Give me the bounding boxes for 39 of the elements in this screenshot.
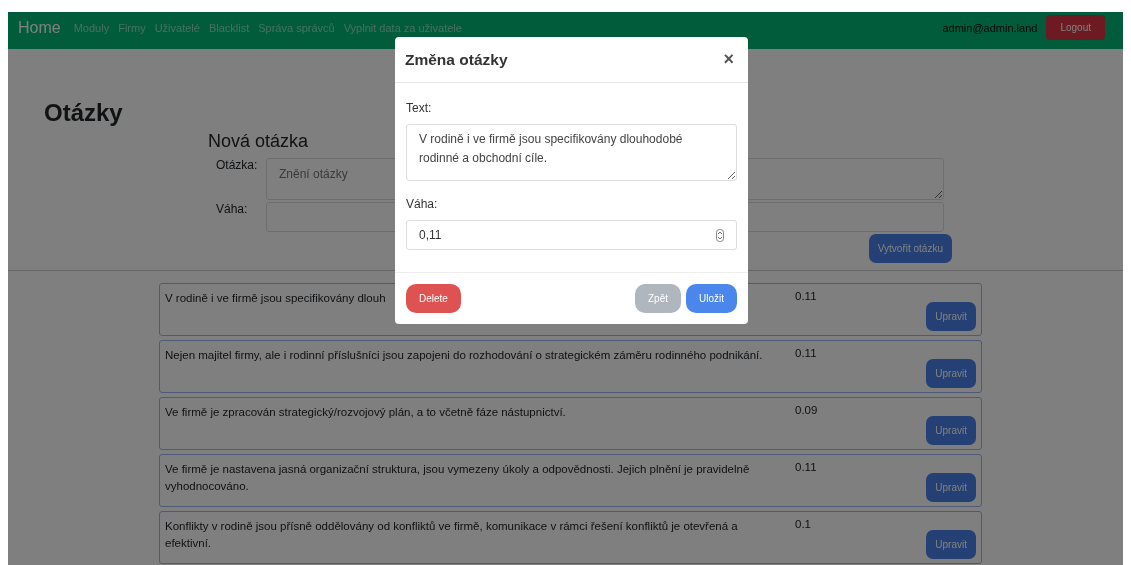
question-weight: 0.11 xyxy=(794,461,818,475)
home-link[interactable]: Home xyxy=(18,18,61,37)
question-text: Ve firmě je nastavena jasná organizační struktura, jsou vymezeny úkoly a odpovědnosti. Jejich plnění je pravidelně vyhodnocováno. xyxy=(165,462,751,494)
nav-link[interactable]: Moduly xyxy=(73,21,110,34)
spinner-icon[interactable] xyxy=(716,228,724,242)
field-label: Váha: xyxy=(406,197,439,211)
edit-button[interactable]: Upravit xyxy=(926,359,976,388)
edit-button[interactable]: Upravit xyxy=(926,416,976,445)
edit-button[interactable]: Upravit xyxy=(926,302,976,331)
nav-link[interactable]: Firmy xyxy=(118,21,146,34)
field-label: Text: xyxy=(406,101,433,115)
create-question-button[interactable]: Vytvořit otázku xyxy=(868,234,952,263)
field-label: Otázka: xyxy=(215,158,259,174)
question-text: Nejen majitel firmy, ale i rodinní příslušníci jsou zapojeni do rozhodování o strategickém záměru rodinného podnikání. xyxy=(165,348,763,363)
dialog-button[interactable]: Delete xyxy=(406,284,461,313)
user-email: admin@admin.land xyxy=(942,21,1038,34)
edit-button[interactable]: Upravit xyxy=(926,473,976,502)
edit-button[interactable]: Upravit xyxy=(926,530,976,559)
nav-link[interactable]: Uživatelé xyxy=(154,21,200,34)
nav-link[interactable]: Správa správců xyxy=(258,21,335,34)
field-label: Váha: xyxy=(215,202,249,218)
question-text: Konflikty v rodině jsou přísně oddělovány od konfliktů ve firmě, komunikace v rámci řešení konfliktů je otevřená a efektivní. xyxy=(165,519,739,551)
nav-link[interactable]: Blacklist xyxy=(208,21,250,34)
weight-field[interactable]: 0,11 xyxy=(406,220,737,250)
text-field[interactable]: V rodině i ve firmě jsou specifikovány dlouhodobé rodinné a obchodní cíle. xyxy=(406,124,737,181)
modal-title: Změna otázky xyxy=(405,50,508,69)
dialog-button[interactable]: Uložit xyxy=(686,284,737,313)
question-text: V rodině i ve firmě jsou specifikovány dlouh xyxy=(165,291,386,306)
close-button[interactable]: × xyxy=(719,49,738,70)
question-text: Ve firmě je zpracován strategický/rozvojový plán, a to včetně fáze nástupnictví. xyxy=(165,405,566,420)
question-weight: 0.1 xyxy=(794,518,812,532)
question-weight: 0.09 xyxy=(794,404,819,418)
nav-link[interactable]: Vyplnit data za uživatele xyxy=(343,21,462,34)
logout-button[interactable]: Logout xyxy=(1046,15,1105,40)
page-title: Otázky xyxy=(44,98,123,127)
question-weight: 0.11 xyxy=(794,290,818,304)
form-heading: Nová otázka xyxy=(208,131,309,152)
question-weight: 0.11 xyxy=(794,347,818,361)
dialog-button[interactable]: Zpět xyxy=(634,284,681,313)
